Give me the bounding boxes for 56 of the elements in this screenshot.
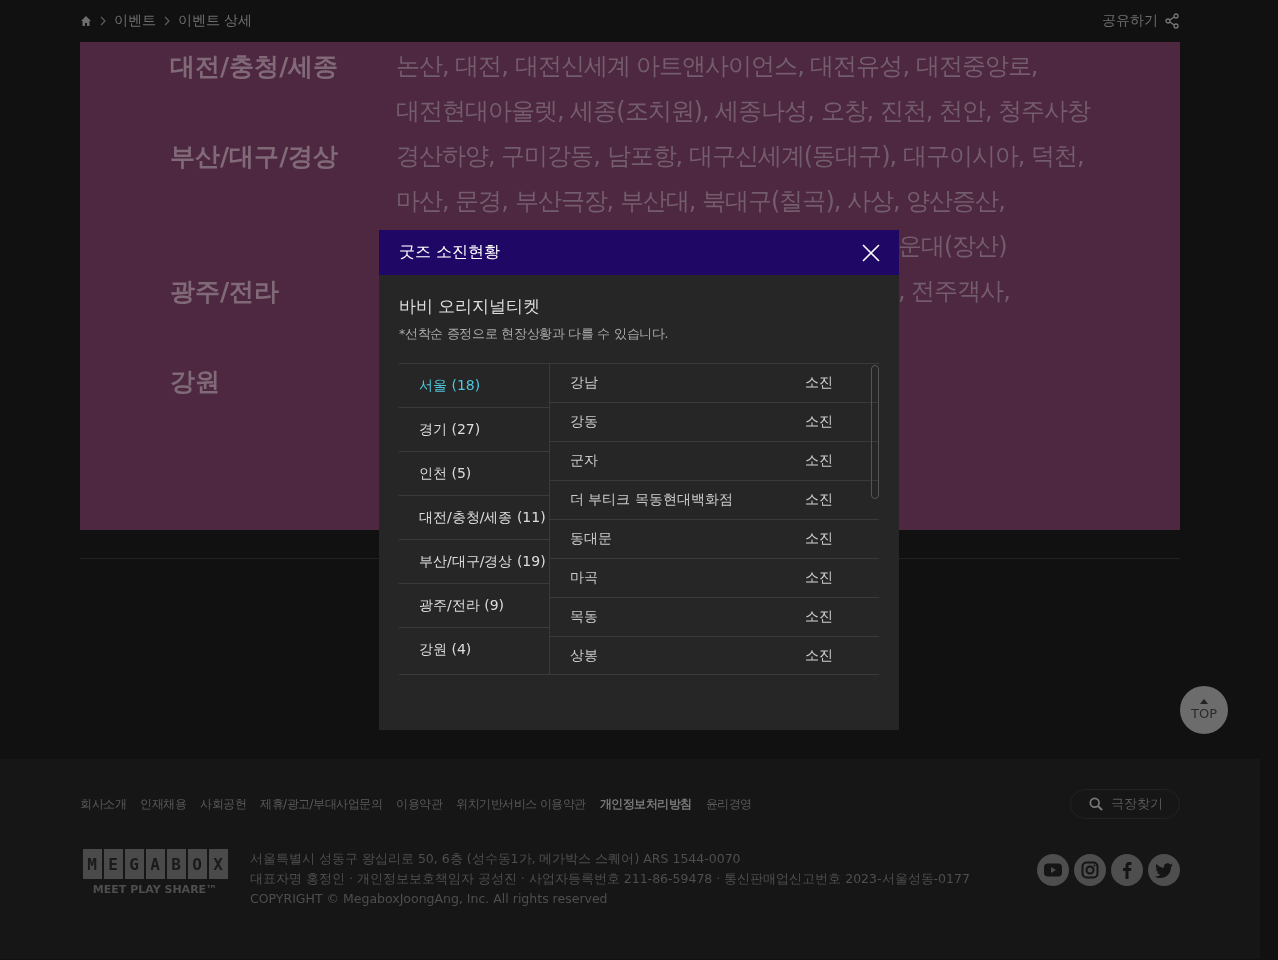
- status-text: 소진: [805, 452, 833, 470]
- company-info-text: 대표자명 홍정인 · 개인정보보호책임자 공성진 · 사업자등록번호 211-86-59478 · 통신판매업신고번호 2023-서울성동-0177: [250, 870, 971, 888]
- status-text: 소진: [805, 491, 833, 509]
- status-text: 소진: [805, 647, 833, 665]
- breadcrumb-link[interactable]: 이벤트 상세: [178, 12, 253, 30]
- footer-link[interactable]: 윤리경영: [705, 795, 752, 813]
- region-tab[interactable]: 경기 (27): [399, 408, 549, 452]
- footer-link[interactable]: 사회공헌: [200, 795, 246, 813]
- region-label: 광주/전라: [170, 276, 281, 308]
- region-label: 강원: [170, 366, 221, 398]
- region-tab[interactable]: 광주/전라 (9): [399, 584, 549, 628]
- status-text: 소진: [805, 374, 833, 392]
- status-text: 소진: [805, 530, 833, 548]
- theater-name: 군자: [570, 452, 599, 470]
- status-text: 소진: [805, 608, 833, 626]
- footer-link[interactable]: 개인정보처리방침: [599, 795, 692, 813]
- region-label: 부산/대구/경상: [170, 141, 340, 173]
- share-button[interactable]: 공유하기: [1102, 12, 1180, 30]
- camera-icon[interactable]: [1074, 854, 1106, 886]
- theater-name: 상봉: [570, 647, 599, 665]
- search-icon: [1089, 797, 1103, 811]
- theater-name: 강동: [570, 413, 599, 431]
- status-text: 소진: [805, 569, 833, 587]
- status-text: 소진: [805, 413, 833, 431]
- theater-name: 목동: [570, 608, 599, 626]
- chevron-icon: [100, 16, 106, 26]
- region-tab[interactable]: 인천 (5): [399, 452, 549, 496]
- notice-text: *선착순 증정으로 현장상황과 다를 수 있습니다.: [399, 326, 670, 343]
- product-title: 바비 오리지널티켓: [399, 295, 542, 318]
- theater-name: 마곡: [570, 569, 599, 587]
- home-icon[interactable]: [80, 15, 92, 27]
- f-letter-icon[interactable]: [1111, 854, 1143, 886]
- logo-tagline: MEET PLAY SHARE™: [92, 883, 218, 896]
- region-tab[interactable]: 서울 (18): [399, 364, 549, 408]
- footer-link[interactable]: 위치기반서비스 이용약관: [456, 795, 586, 813]
- footer-link[interactable]: 회사소개: [80, 795, 126, 813]
- theater-name: 동대문: [570, 530, 613, 548]
- bird-icon[interactable]: [1148, 854, 1180, 886]
- play-icon[interactable]: [1037, 854, 1069, 886]
- scroll-top-button[interactable]: TOP: [1180, 686, 1228, 734]
- theater-name: 더 부티크 목동현대백화점: [570, 491, 734, 509]
- breadcrumb-link[interactable]: 이벤트: [114, 12, 156, 30]
- region-label: 대전/충청/세종: [170, 51, 340, 83]
- footer-link[interactable]: 이용약관: [396, 795, 443, 813]
- footer-link[interactable]: 제휴/광고/부대사업문의: [260, 795, 383, 813]
- theater-name: 강남: [570, 374, 599, 392]
- footer-link[interactable]: 인재채용: [140, 795, 186, 813]
- share-icon: [1164, 13, 1180, 29]
- caret-up-icon: [1200, 699, 1208, 704]
- region-tab[interactable]: 강원 (4): [399, 628, 549, 672]
- company-info-text: COPYRIGHT © MegaboxJoongAng, Inc. All rights reserved: [250, 890, 609, 908]
- close-button[interactable]: [862, 243, 880, 262]
- dialog-title: 굿즈 소진현황: [399, 242, 501, 263]
- region-tab[interactable]: 부산/대구/경상 (19): [399, 540, 549, 584]
- region-tab[interactable]: 대전/충청/세종 (11): [399, 496, 549, 540]
- chevron-icon: [164, 16, 170, 26]
